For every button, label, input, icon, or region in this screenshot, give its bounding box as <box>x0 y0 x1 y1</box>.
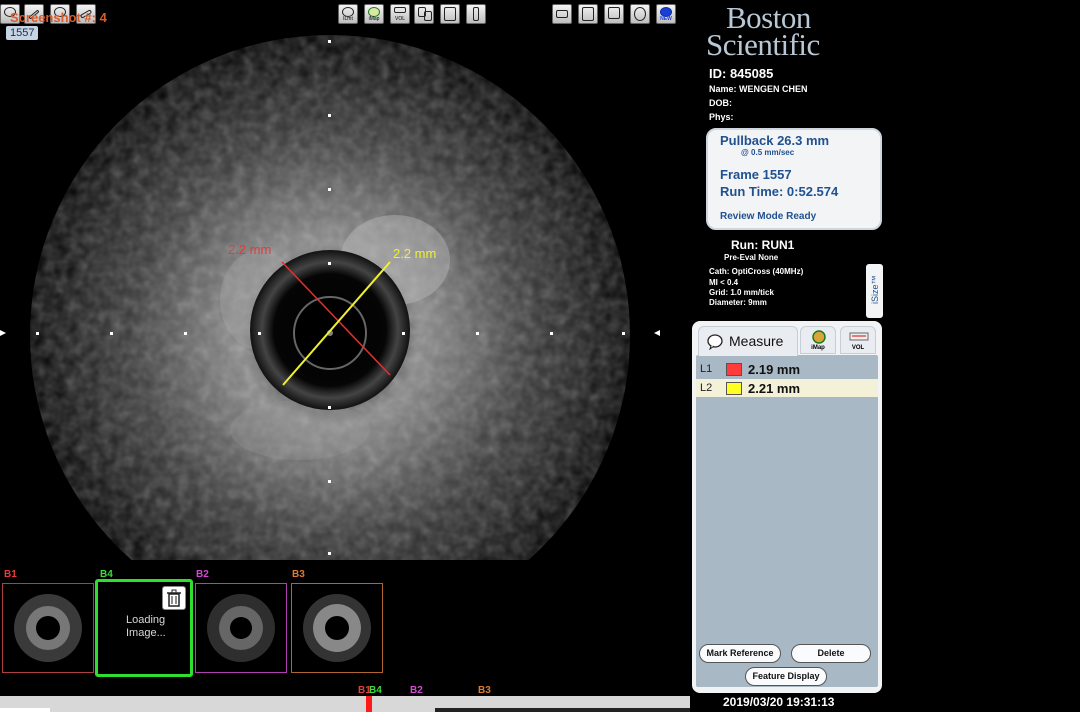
measure-speech-icon <box>707 334 723 350</box>
color-swatch-yellow <box>726 382 742 395</box>
datetime: 2019/03/20 19:31:13 <box>723 695 835 709</box>
measure-row-l2[interactable]: L2 2.21 mm <box>696 379 878 397</box>
bookmark-thumb-b3[interactable] <box>291 583 383 673</box>
trash-icon[interactable] <box>162 586 186 610</box>
bookmark-thumb-b2[interactable] <box>195 583 287 673</box>
frame-number: Frame 1557 <box>720 167 792 182</box>
measure-row-l1[interactable]: L1 2.19 mm <box>696 360 878 378</box>
run-title: Run: RUN1 <box>731 238 795 252</box>
pre-eval: Pre-Eval None <box>724 253 779 262</box>
ivus-cross-section-image[interactable] <box>0 0 690 560</box>
tab-imap[interactable]: iMap <box>800 326 836 354</box>
review-status: Review Mode Ready <box>720 211 817 222</box>
diameter-info: Diameter: 9mm <box>709 298 767 307</box>
timeline-marker-b2: B2 <box>410 685 423 696</box>
mark-reference-button[interactable]: Mark Reference <box>699 644 781 663</box>
timeline-cursor <box>366 696 372 712</box>
bookmark-tag-b2: B2 <box>196 569 209 580</box>
run-time: Run Time: 0:52.574 <box>720 184 839 199</box>
color-swatch-red <box>726 363 742 376</box>
measure-label-red: 2.2 mm <box>228 242 272 257</box>
bookmark-tag-b1: B1 <box>4 569 17 580</box>
measure-label-yellow: 2.2 mm <box>393 246 437 261</box>
delete-button[interactable]: Delete <box>791 644 871 663</box>
bookmark-tag-b3: B3 <box>292 569 305 580</box>
mi-info: MI < 0.4 <box>709 278 739 287</box>
measure-list-area <box>696 355 878 687</box>
loading-text: Loading Image... <box>126 614 166 639</box>
pullback-info-box: Pullback 26.3 mm @ 0.5 mm/sec Frame 1557… <box>706 128 882 230</box>
imap-tab-icon <box>812 330 826 344</box>
patient-name: Name: WENGEN CHEN <box>709 84 808 94</box>
patient-phys: Phys: <box>709 112 734 122</box>
vol-tab-icon <box>849 332 869 341</box>
tab-vol[interactable]: VOL <box>840 326 876 354</box>
timeline-marker-b3: B3 <box>478 685 491 696</box>
feature-display-button[interactable]: Feature Display <box>745 667 827 686</box>
brand-logo: Boston Scientific <box>706 0 820 62</box>
bookmark-thumb-b1[interactable] <box>2 583 94 673</box>
pullback-timeline-slider[interactable] <box>0 696 690 712</box>
tab-measure[interactable]: Measure <box>698 326 798 356</box>
patient-dob: DOB: <box>709 98 732 108</box>
pullback-length: Pullback 26.3 mm <box>720 133 830 148</box>
timeline-marker-b4: B4 <box>369 685 382 696</box>
pullback-speed: @ 0.5 mm/sec <box>741 148 795 157</box>
catheter-info: Cath: OptiCross (40MHz) <box>709 267 804 276</box>
bookmark-thumb-b4[interactable]: Loading Image... <box>95 579 193 677</box>
patient-id: ID: 845085 <box>709 66 774 81</box>
grid-info: Grid: 1.0 mm/tick <box>709 288 774 297</box>
isize-tab[interactable]: iSize™ <box>866 264 883 318</box>
